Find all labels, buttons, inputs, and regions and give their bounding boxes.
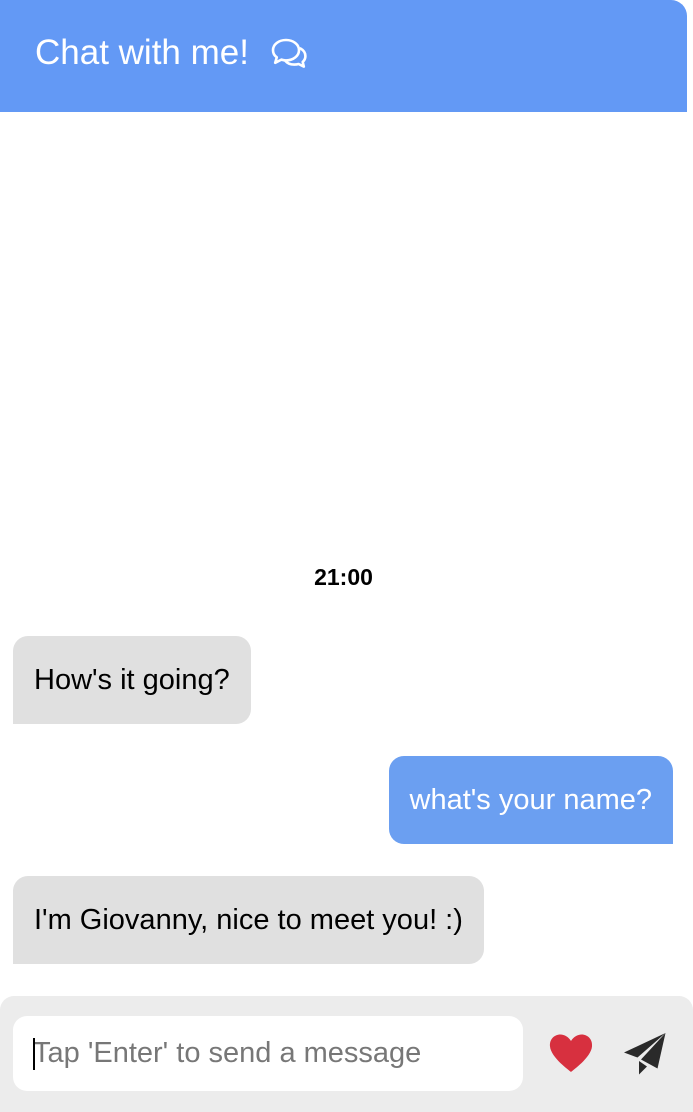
paper-plane-icon[interactable]: [622, 1031, 668, 1077]
chat-title: Chat with me!: [35, 33, 249, 72]
incoming-message-bubble: How's it going?: [13, 636, 251, 724]
heart-icon[interactable]: [548, 1033, 594, 1073]
chat-widget: Chat with me! 21:00 How's it going? what…: [0, 0, 693, 1112]
message-timestamp: 21:00: [314, 564, 373, 590]
outgoing-message-bubble: what's your name?: [388, 756, 673, 844]
message-input[interactable]: [13, 1016, 523, 1091]
text-cursor: [33, 1038, 35, 1070]
incoming-message-bubble: I'm Giovanny, nice to meet you! :): [13, 876, 484, 964]
chat-header: Chat with me!: [0, 0, 687, 112]
message-list[interactable]: 21:00 How's it going? what's your name? …: [0, 112, 693, 996]
message-composer: [0, 996, 693, 1112]
chat-bubbles-icon: [271, 38, 307, 68]
